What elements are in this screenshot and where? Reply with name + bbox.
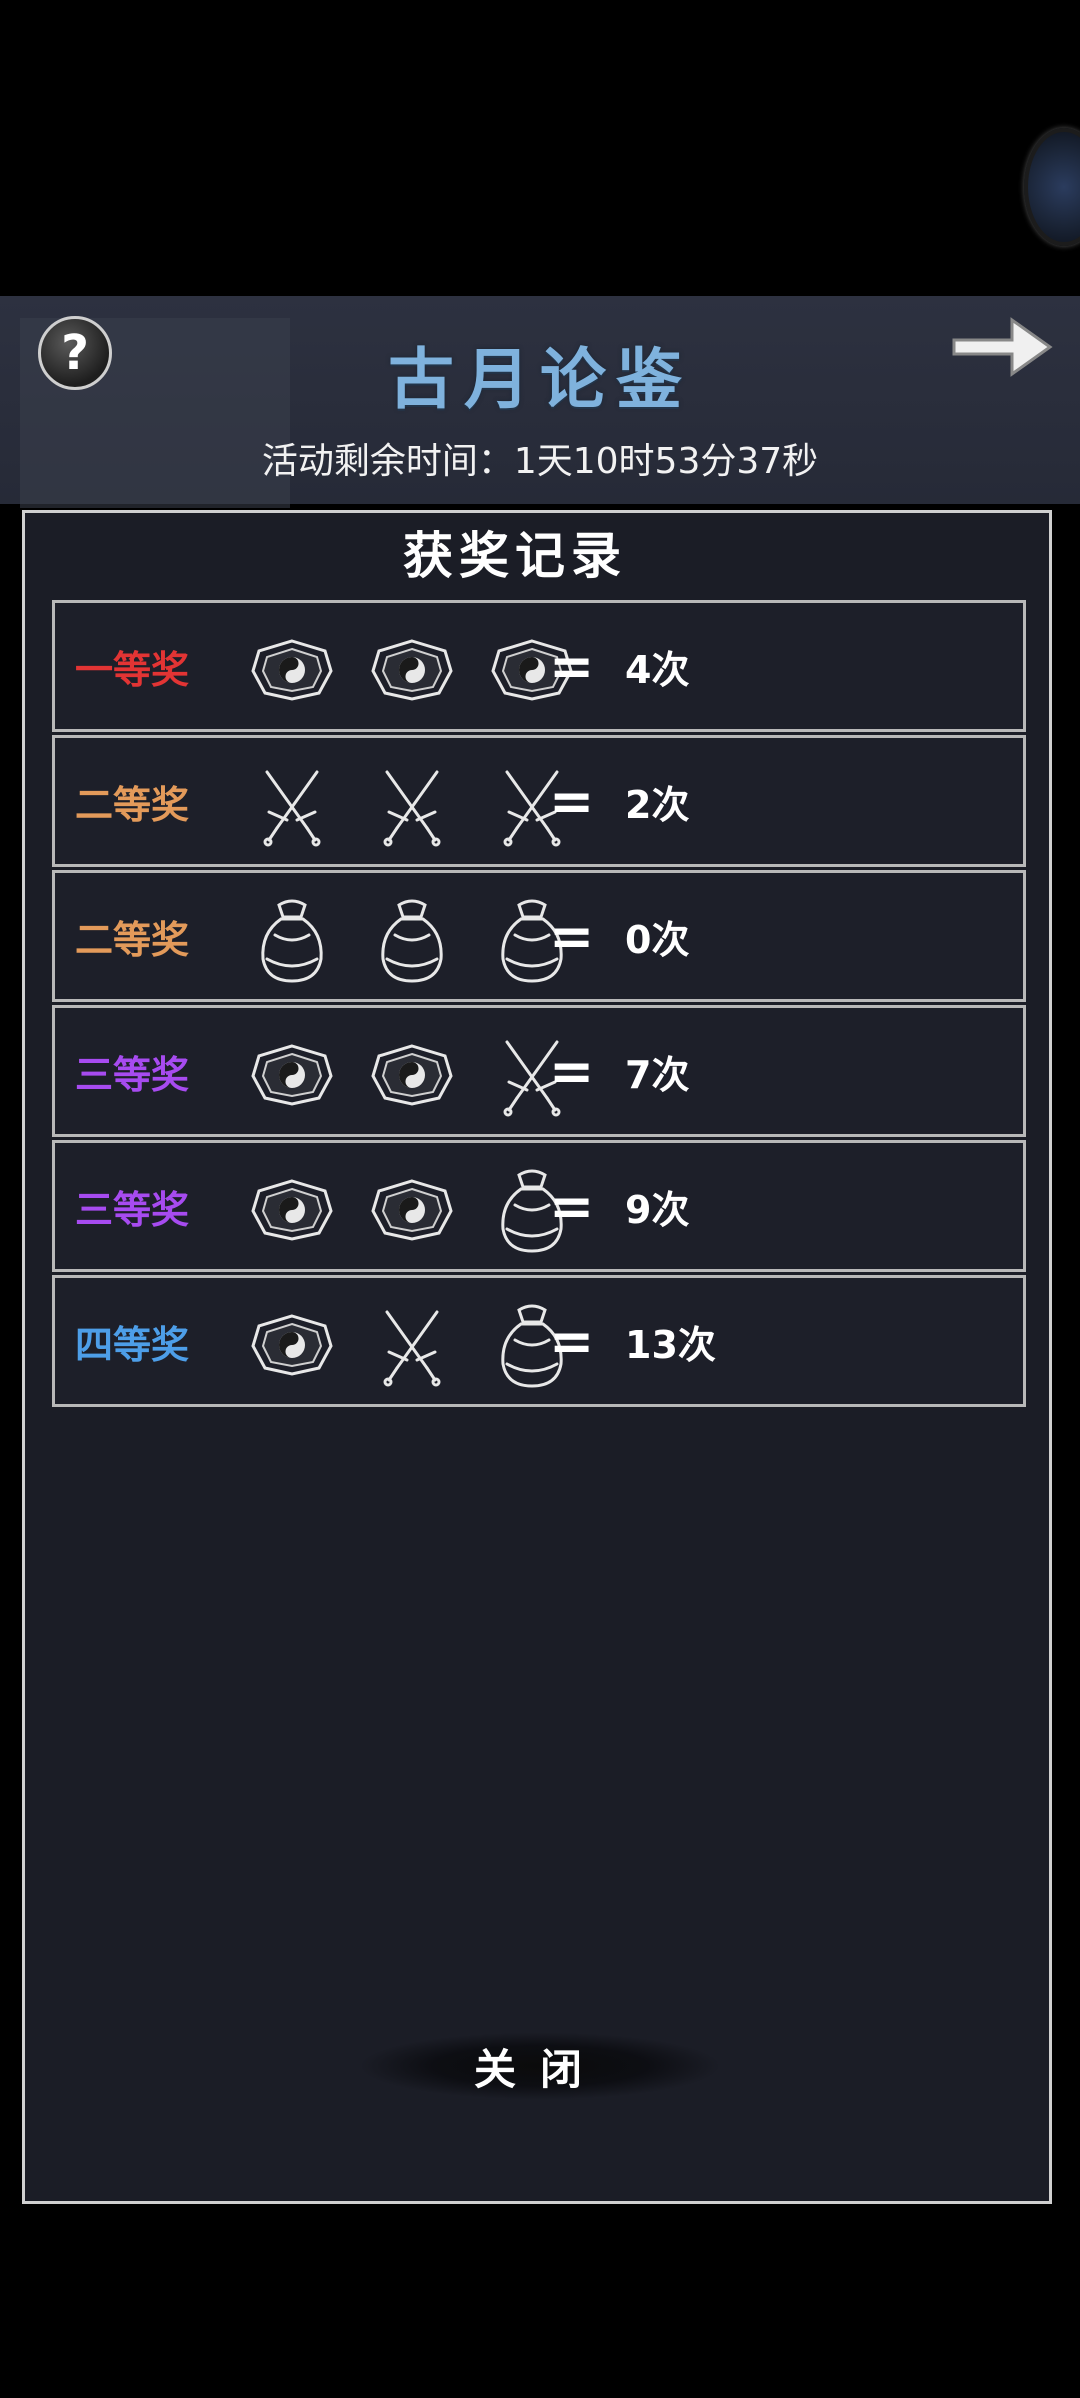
bagua-icon [249, 1294, 335, 1394]
pouch-icon [249, 889, 335, 989]
win-count: 4次 [625, 647, 690, 692]
record-row: 一等奖 = 4次 [52, 600, 1026, 732]
equals-sign: = [549, 1174, 595, 1238]
prize-icons [249, 1159, 575, 1259]
page-title: 古月论鉴 [388, 340, 692, 418]
prize-label: 三等奖 [75, 1187, 190, 1232]
bagua-icon [249, 1024, 335, 1124]
crossed-swords-icon [249, 754, 335, 854]
record-row: 二等奖 = 2次 [52, 735, 1026, 867]
prize-label: 二等奖 [75, 917, 190, 962]
prize-label: 二等奖 [75, 782, 190, 827]
bagua-icon [249, 1159, 335, 1259]
prize-icons [249, 754, 575, 854]
bagua-icon [369, 619, 455, 719]
win-count: 7次 [625, 1052, 690, 1097]
prize-label: 三等奖 [75, 1052, 190, 1097]
equals-sign: = [549, 769, 595, 833]
prize-icons [249, 889, 575, 989]
prize-label: 四等奖 [75, 1322, 190, 1367]
record-row: 四等奖 = 13次 [52, 1275, 1026, 1407]
win-count: 13次 [625, 1322, 716, 1367]
bagua-icon [249, 619, 335, 719]
close-button[interactable]: 关闭 [360, 2024, 720, 2108]
equals-sign: = [549, 1309, 595, 1373]
activity-timer: 活动剩余时间：1天10时53分37秒 [261, 441, 819, 482]
panel-title: 获奖记录 [403, 526, 627, 585]
record-row: 三等奖 = 9次 [52, 1140, 1026, 1272]
win-count: 2次 [625, 782, 690, 827]
record-row: 三等奖 = 7次 [52, 1005, 1026, 1137]
win-count: 0次 [625, 917, 690, 962]
records-list: 一等奖 = 4次 二等奖 = 2次 二等奖 = 0次 三等奖 = 7次 三等奖 … [52, 600, 1026, 1410]
bagua-icon [369, 1159, 455, 1259]
win-count: 9次 [625, 1187, 690, 1232]
bagua-icon [369, 1024, 455, 1124]
record-row: 二等奖 = 0次 [52, 870, 1026, 1002]
prize-label: 一等奖 [75, 647, 190, 692]
pouch-icon [369, 889, 455, 989]
equals-sign: = [549, 1039, 595, 1103]
crossed-swords-icon [369, 1294, 455, 1394]
equals-sign: = [549, 904, 595, 968]
prize-icons [249, 1294, 575, 1394]
top-bar [0, 0, 1080, 296]
crossed-swords-icon [369, 754, 455, 854]
prize-icons [249, 1024, 575, 1124]
bottom-bar [0, 2216, 1080, 2398]
equals-sign: = [549, 634, 595, 698]
prize-icons [249, 619, 575, 719]
